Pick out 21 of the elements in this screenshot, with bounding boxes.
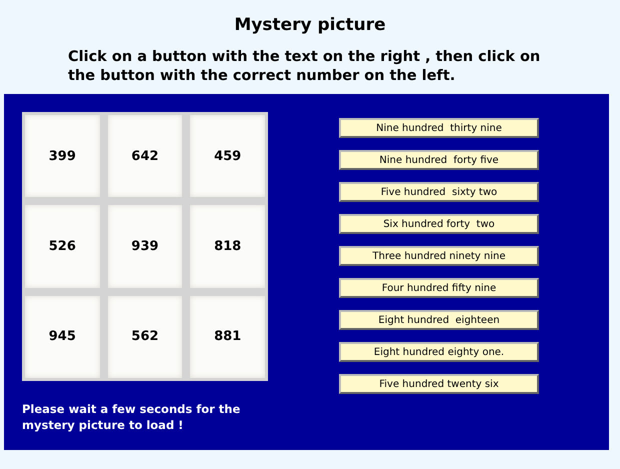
number-word-button[interactable]: Four hundred fifty nine	[339, 278, 539, 298]
number-word-button[interactable]: Five hundred twenty six	[339, 374, 539, 394]
number-word-button[interactable]: Eight hundred eighteen	[339, 310, 539, 330]
number-tile[interactable]: 399	[25, 115, 100, 198]
number-word-button[interactable]: Three hundred ninety nine	[339, 246, 539, 266]
loading-notice: Please wait a few seconds for the mystery picture to load !	[22, 401, 242, 433]
number-tile[interactable]: 526	[25, 205, 100, 288]
number-word-button[interactable]: Nine hundred forty five	[339, 150, 539, 170]
number-word-button[interactable]: Nine hundred thirty nine	[339, 118, 539, 138]
number-tile[interactable]: 642	[108, 115, 182, 198]
number-word-button[interactable]: Five hundred sixty two	[339, 182, 539, 202]
number-tile[interactable]: 818	[190, 205, 265, 288]
number-tile[interactable]: 939	[108, 205, 182, 288]
number-word-button[interactable]: Six hundred forty two	[339, 214, 539, 234]
page-title: Mystery picture	[233, 14, 387, 37]
number-tile[interactable]: 459	[190, 115, 265, 198]
number-tile[interactable]: 881	[190, 296, 265, 378]
number-word-button[interactable]: Eight hundred eighty one.	[339, 342, 539, 362]
number-tile[interactable]: 945	[25, 296, 100, 378]
instructions: Click on a button with the text on the right , then click on the button with the correct number on the left.	[68, 48, 542, 86]
number-tile[interactable]: 562	[108, 296, 182, 378]
